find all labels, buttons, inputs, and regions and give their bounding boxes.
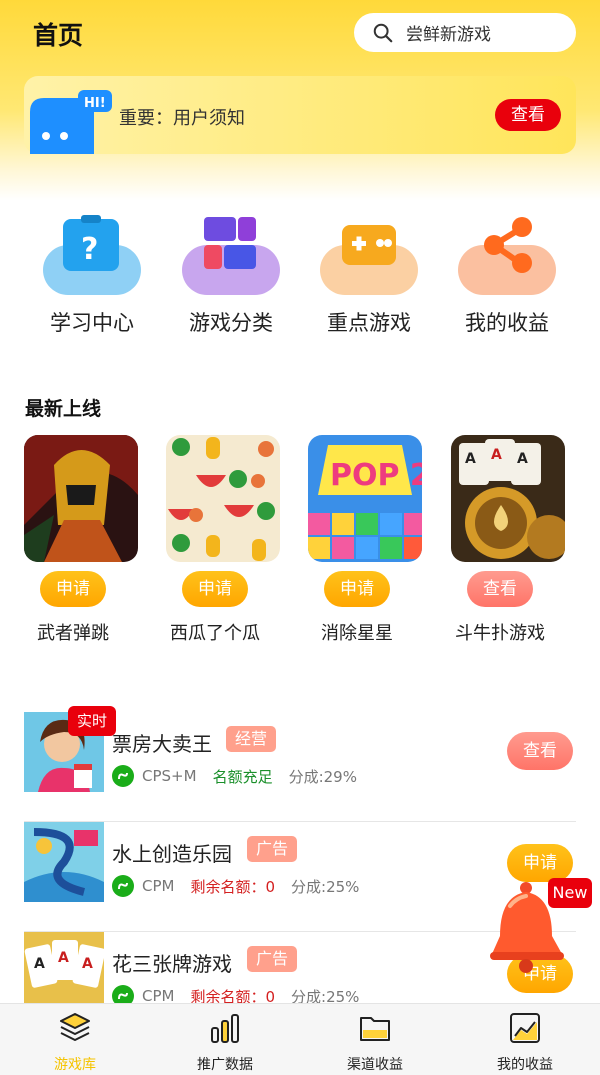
svg-text:A: A <box>58 950 69 966</box>
new-game-card[interactable]: A A A 查看 斗牛扑游戏 <box>451 435 579 650</box>
search-bar[interactable]: 尝鲜新游戏 <box>354 13 576 52</box>
quota-status: 名额充足 <box>212 767 273 786</box>
quick-item-my-income[interactable]: 我的收益 <box>446 215 566 340</box>
apply-button[interactable]: 申请 <box>182 571 248 607</box>
tab-label: 推广数据 <box>197 1057 253 1073</box>
mini-program-icon <box>112 765 134 787</box>
svg-text:?: ? <box>81 232 98 267</box>
game-name: 花三张牌游戏 <box>112 952 232 976</box>
page-title: 首页 <box>33 21 84 50</box>
game-name: 消除星星 <box>321 623 393 644</box>
game-meta: CPM 剩余名额：0 分成:25% <box>112 874 359 898</box>
mini-program-icon <box>112 875 134 897</box>
new-game-card[interactable]: POP 2024 申请 消除星星 <box>308 435 436 650</box>
bar-chart-icon <box>211 1014 239 1043</box>
category-tag: 广告 <box>247 946 298 972</box>
new-game-card[interactable]: 申请 西瓜了个瓜 <box>166 435 294 650</box>
game-thumbnail <box>24 822 104 902</box>
game-name: 水上创造乐园 <box>112 842 232 866</box>
cover-text: POP 2024 <box>330 458 422 493</box>
share-icon <box>484 217 532 273</box>
question-bag-icon: ? <box>63 215 119 271</box>
tab-label: 渠道收益 <box>347 1057 403 1073</box>
gamepad-icon <box>342 225 396 265</box>
tab-promo-data[interactable]: 推广数据 <box>150 1004 300 1075</box>
trend-chart-icon <box>510 1013 540 1043</box>
tab-game-library[interactable]: 游戏库 <box>0 1004 150 1075</box>
notice-text: 重要：用户须知 <box>119 108 245 129</box>
new-game-card[interactable]: 申请 武者弹跳 <box>24 435 152 650</box>
live-badge: 实时 <box>68 706 116 736</box>
view-button[interactable]: 查看 <box>467 571 533 607</box>
notice-view-button[interactable]: 查看 <box>495 99 561 131</box>
quick-label: 游戏分类 <box>189 311 273 335</box>
tab-my-income[interactable]: 我的收益 <box>450 1004 600 1075</box>
quick-label: 学习中心 <box>50 311 134 335</box>
quick-item-learning[interactable]: ? 学习中心 <box>31 215 151 340</box>
quota-status: 剩余名额：0 <box>190 877 276 896</box>
floating-notification[interactable]: New <box>486 876 596 976</box>
billing-mode: CPM <box>142 877 175 895</box>
revenue-share: 分成:25% <box>291 877 360 896</box>
tab-label: 游戏库 <box>54 1057 96 1073</box>
view-button[interactable]: 查看 <box>507 732 573 770</box>
new-badge: New <box>548 878 592 908</box>
game-cover <box>166 435 280 562</box>
search-placeholder: 尝鲜新游戏 <box>406 25 491 45</box>
quick-label: 重点游戏 <box>327 311 411 335</box>
game-cover <box>24 435 138 562</box>
billing-mode: CPS+M <box>142 767 197 785</box>
game-name: 票房大卖王 <box>112 732 212 756</box>
category-tag: 广告 <box>247 836 298 862</box>
notice-banner[interactable]: HI! 重要：用户须知 查看 <box>24 76 576 154</box>
apply-button[interactable]: 申请 <box>324 571 390 607</box>
tab-channel-income[interactable]: 渠道收益 <box>300 1004 450 1075</box>
svg-text:A: A <box>491 447 502 463</box>
quick-item-category[interactable]: 游戏分类 <box>170 215 290 340</box>
game-meta: CPS+M 名额充足 分成:29% <box>112 764 357 788</box>
svg-text:A: A <box>34 956 45 972</box>
category-grid-icon <box>204 217 256 269</box>
mascot-text: HI! <box>84 96 106 111</box>
svg-text:A: A <box>517 451 528 467</box>
game-thumbnail: A A A <box>24 932 104 1012</box>
svg-text:A: A <box>82 956 93 972</box>
game-cover: A A A <box>451 435 565 562</box>
svg-text:A: A <box>465 451 476 467</box>
layers-icon <box>60 1013 90 1041</box>
game-name: 斗牛扑游戏 <box>455 623 545 644</box>
bottom-tab-bar: 游戏库 推广数据 渠道收益 我的收益 <box>0 1003 600 1075</box>
apply-button[interactable]: 申请 <box>40 571 106 607</box>
game-cover: POP 2024 <box>308 435 422 562</box>
section-title-new: 最新上线 <box>25 398 102 420</box>
quick-item-key-games[interactable]: 重点游戏 <box>308 215 428 340</box>
list-item[interactable]: 实时 票房大卖王 经营 CPS+M 名额充足 分成:29% 查看 <box>0 706 600 822</box>
revenue-share: 分成:29% <box>288 767 357 786</box>
quick-label: 我的收益 <box>465 311 549 335</box>
game-name: 武者弹跳 <box>37 623 109 644</box>
search-icon <box>373 23 393 42</box>
game-name: 西瓜了个瓜 <box>170 623 260 644</box>
tab-label: 我的收益 <box>497 1057 553 1073</box>
category-tag: 经营 <box>226 726 277 752</box>
mascot-icon: HI! <box>30 90 112 154</box>
folder-icon <box>360 1017 390 1041</box>
